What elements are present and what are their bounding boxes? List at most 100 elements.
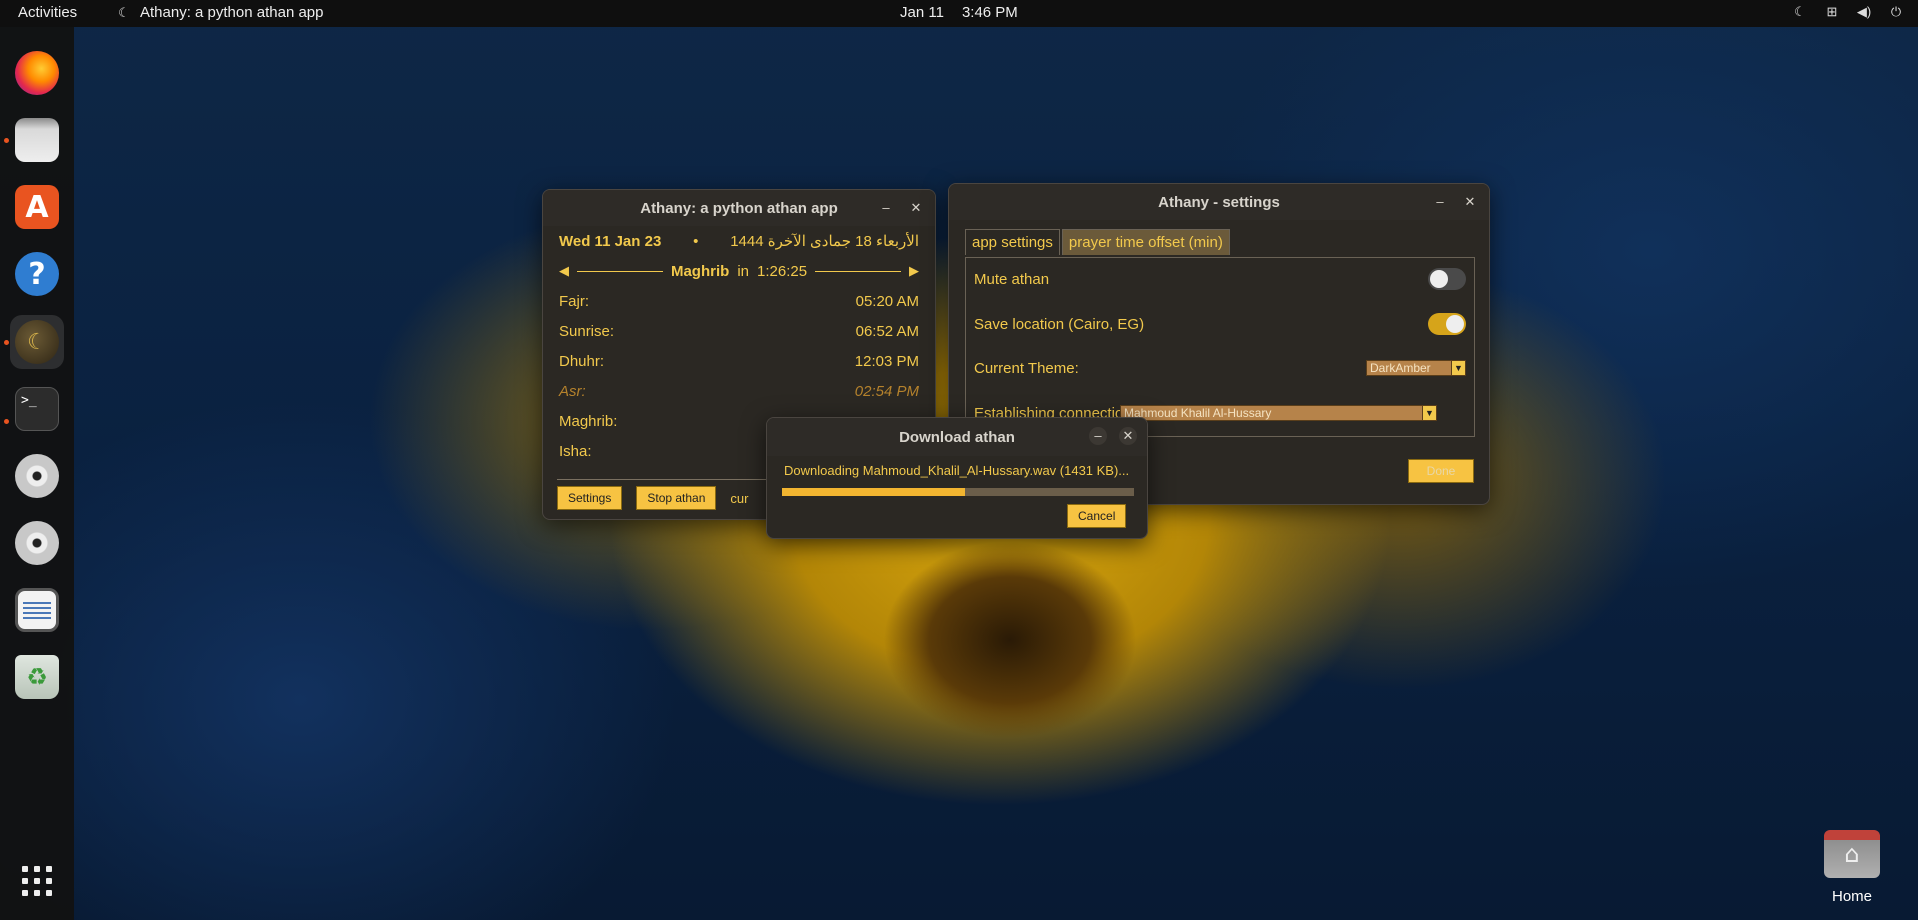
countdown: 1:26:25 [757,262,808,280]
dock-item-trash[interactable]: ♻ [10,650,64,704]
save-location-toggle[interactable] [1428,313,1466,335]
prayer-row-asr: Asr: 02:54 PM [559,376,919,406]
close-icon[interactable]: ✕ [907,199,925,217]
chevron-down-icon[interactable]: ▼ [1451,361,1465,375]
save-location-label: Save location (Cairo, EG) [974,315,1145,333]
power-icon[interactable]: ⏻ [1888,4,1904,20]
network-icon[interactable]: ⊞ [1824,4,1840,20]
desktop-home-folder[interactable]: ⌂ Home [1820,830,1884,905]
done-button[interactable]: Done [1408,459,1474,483]
download-athan-dialog: Download athan – ✕ Downloading Mahmoud_K… [766,417,1148,539]
minimize-icon[interactable]: – [1431,193,1449,211]
running-indicator [4,419,9,424]
chevron-down-icon[interactable]: ▼ [1422,406,1436,420]
help-icon: ? [15,252,59,296]
dock-item-files[interactable] [10,113,64,167]
theme-row: Current Theme: DarkAmber ▼ [974,355,1466,381]
prayer-name: Asr: [559,382,586,400]
hijri-date: الأربعاء 18 جمادى الآخرة 1444 [730,233,919,250]
download-message: Downloading Mahmoud_Khalil_Al-Hussary.wa… [784,463,1130,478]
in-label: in [737,262,749,280]
divider-line [577,270,663,272]
settings-window-title: Athany - settings [1158,193,1280,211]
disc-icon [15,454,59,498]
trash-icon: ♻ [15,655,59,699]
status-text: cur [730,490,749,506]
download-dialog-titlebar[interactable]: Download athan – ✕ [767,418,1147,456]
gregorian-date: Wed 11 Jan 23 [559,232,662,250]
settings-tabs: app settings prayer time offset (min) [965,229,1230,255]
prayer-row-dhuhr: Dhuhr: 12:03 PM [559,346,919,376]
home-folder-icon: ⌂ [1824,830,1880,878]
previous-day-arrow-icon[interactable]: ◀ [559,263,569,279]
minimize-icon[interactable]: – [1089,427,1107,445]
prayer-time: 06:52 AM [855,322,919,340]
save-location-row: Save location (Cairo, EG) [974,311,1466,337]
main-window-titlebar[interactable]: Athany: a python athan app – ✕ [543,190,935,226]
prayer-name: Isha: [559,442,592,460]
text-editor-icon [15,588,59,632]
settings-button[interactable]: Settings [557,486,623,510]
system-tray[interactable]: ☾ ⊞ ◀) ⏻ [1792,4,1904,20]
theme-label: Current Theme: [974,359,1079,377]
theme-select-value: DarkAmber [1370,361,1431,375]
dock-item-firefox[interactable] [10,46,64,100]
date-separator: • [693,232,699,250]
download-progress-fill [782,488,966,496]
volume-icon[interactable]: ◀) [1856,4,1872,20]
next-prayer-row: ◀ Maghrib in 1:26:25 ▶ [559,256,919,286]
mute-athan-row: Mute athan [974,266,1466,292]
firefox-icon [15,51,59,95]
next-prayer-name: Maghrib [670,262,730,280]
running-indicator [4,138,9,143]
clock-date: Jan 11 [900,4,944,21]
divider-line [815,270,902,272]
theme-select[interactable]: DarkAmber ▼ [1366,360,1466,376]
prayer-name: Dhuhr: [559,352,605,370]
clock-time: 3:46 PM [961,4,1018,21]
cancel-button[interactable]: Cancel [1067,504,1127,528]
dock-item-app-center[interactable]: A [10,180,64,234]
download-dialog-title: Download athan [899,428,1015,446]
athany-icon: ☾ [15,320,59,364]
close-icon[interactable]: ✕ [1119,427,1137,445]
next-day-arrow-icon[interactable]: ▶ [909,263,919,279]
tab-app-settings[interactable]: app settings [965,229,1060,255]
prayer-name: Fajr: [559,292,589,310]
settings-window-titlebar[interactable]: Athany - settings – ✕ [949,184,1489,220]
app-settings-panel: Mute athan Save location (Cairo, EG) Cur… [965,257,1475,437]
dock-item-disc-1[interactable] [10,449,64,503]
home-folder-label: Home [1831,888,1872,905]
app-center-icon: A [15,185,59,229]
athany-tray-icon[interactable]: ☾ [1792,4,1808,20]
prayer-name: Sunrise: [559,322,615,340]
athan-select-value: Mahmoud Khalil Al-Hussary [1124,406,1272,420]
prayer-name: Maghrib: [559,412,618,430]
files-icon [15,118,59,162]
download-progress-bar [782,488,1134,496]
athany-app-icon: ☾ [118,4,130,20]
dock-item-text-editor[interactable] [10,583,64,637]
activities-button[interactable]: Activities [18,4,77,21]
prayer-time: 12:03 PM [854,352,919,370]
dock-item-terminal[interactable]: >_ [10,382,64,436]
app-menu[interactable]: ☾ Athany: a python athan app [116,4,323,21]
dock-item-help[interactable]: ? [10,247,64,301]
dock-item-disc-2[interactable] [10,516,64,570]
show-apps-icon[interactable] [22,866,52,896]
main-window-title: Athany: a python athan app [640,199,838,217]
close-icon[interactable]: ✕ [1461,193,1479,211]
stop-athan-button[interactable]: Stop athan [636,486,717,510]
athan-select[interactable]: Mahmoud Khalil Al-Hussary ▼ [1120,405,1437,421]
dock-item-athany[interactable]: ☾ [10,315,64,369]
mute-athan-toggle[interactable] [1428,268,1466,290]
tab-prayer-time-offset[interactable]: prayer time offset (min) [1061,229,1230,255]
top-bar: Activities ☾ Athany: a python athan app … [0,0,1918,27]
mute-athan-label: Mute athan [974,270,1050,288]
prayer-time: 02:54 PM [854,382,919,400]
minimize-icon[interactable]: – [877,199,895,217]
clock[interactable]: Jan 11 3:46 PM [900,4,1018,21]
dock: A ? ☾ >_ ♻ [0,27,74,920]
terminal-icon: >_ [15,387,59,431]
prayer-row-sunrise: Sunrise: 06:52 AM [559,316,919,346]
